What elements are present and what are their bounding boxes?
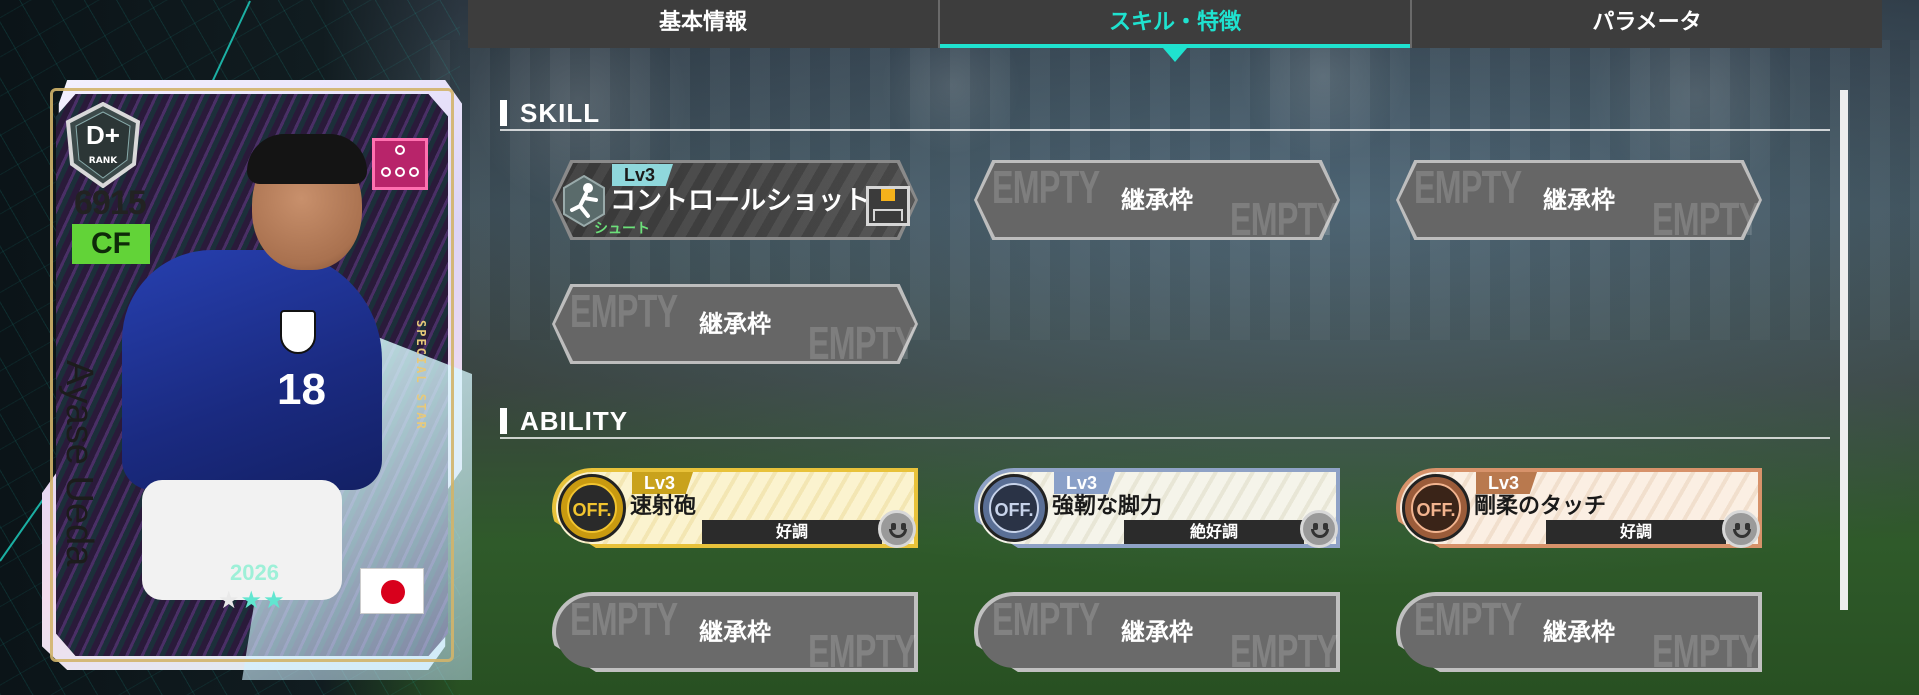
- japan-flag-icon: [360, 568, 424, 614]
- ability-condition: 好調: [1546, 520, 1726, 544]
- jersey-number: 18: [277, 365, 326, 414]
- rank-label: RANK: [88, 156, 118, 166]
- card-year: 2026: [230, 560, 279, 585]
- inheritance-slot-label: 継承枠: [1543, 618, 1615, 646]
- smile-face-icon: [1722, 510, 1760, 548]
- overall-rating: 6915: [74, 184, 147, 222]
- skill-name: コントロールショット: [610, 186, 871, 216]
- player-card[interactable]: 18 D+ RANK 6915 CF Ayase Ueda SPECIAL ST…: [42, 80, 472, 680]
- offense-badge-icon: OFF.: [980, 474, 1048, 542]
- skill-slot-4[interactable]: EMPTY EMPTY 継承枠: [552, 284, 918, 369]
- ability-name: 剛柔のタッチ: [1474, 494, 1607, 519]
- skill-slot-2[interactable]: EMPTY EMPTY 継承枠: [974, 160, 1340, 245]
- skill-section-title: SKILL: [500, 98, 600, 128]
- formation-icon: [372, 138, 428, 190]
- scrollbar[interactable]: [1840, 90, 1848, 610]
- tab-skills-traits[interactable]: スキル・特徴: [938, 0, 1410, 62]
- goal-icon: [866, 186, 910, 226]
- card-edition-label: SPECIAL STAR: [414, 320, 428, 431]
- scrollbar-thumb[interactable]: [1840, 90, 1848, 610]
- offense-badge-icon: OFF.: [558, 474, 626, 542]
- ability-section-divider: [500, 437, 1830, 439]
- ability-slot-2[interactable]: Lv3 OFF. 強靭な脚力 絶好調: [974, 468, 1340, 548]
- inheritance-slot-label: 継承枠: [699, 310, 771, 338]
- skill-section-divider: [500, 129, 1830, 131]
- tab-parameters[interactable]: パラメータ: [1410, 0, 1882, 48]
- ability-condition: 絶好調: [1124, 520, 1304, 544]
- skill-slot-3[interactable]: EMPTY EMPTY 継承枠: [1396, 160, 1762, 245]
- rank-badge: D+ RANK: [64, 101, 142, 189]
- ability-condition: 好調: [702, 520, 882, 544]
- inheritance-slot-label: 継承枠: [1121, 618, 1193, 646]
- ability-name: 強靭な脚力: [1052, 494, 1163, 519]
- smile-face-icon: [878, 510, 916, 548]
- ability-name: 速射砲: [630, 494, 697, 519]
- star-icon: ★: [240, 586, 264, 614]
- ability-slot-5[interactable]: EMPTY EMPTY 継承枠: [974, 592, 1340, 677]
- offense-badge-icon: OFF.: [1402, 474, 1470, 542]
- star-rating: ★★★: [218, 586, 286, 614]
- skill-slot-1[interactable]: Lv3 コントロールショット シュート: [552, 160, 918, 240]
- inheritance-slot-label: 継承枠: [699, 618, 771, 646]
- jfa-crest-icon: [280, 310, 316, 354]
- star-icon: ★: [218, 586, 241, 614]
- player-name: Ayase Ueda: [58, 360, 100, 567]
- skill-category: シュート: [594, 221, 650, 237]
- ability-slot-4[interactable]: EMPTY EMPTY 継承枠: [552, 592, 918, 677]
- star-icon: ★: [263, 586, 286, 614]
- inheritance-slot-label: 継承枠: [1121, 186, 1193, 214]
- ability-section-title: ABILITY: [500, 406, 628, 436]
- ability-slot-3[interactable]: Lv3 OFF. 剛柔のタッチ 好調: [1396, 468, 1762, 548]
- inheritance-slot-label: 継承枠: [1543, 186, 1615, 214]
- tab-bar: 基本情報 スキル・特徴 パラメータ: [468, 0, 1882, 62]
- tab-basic-info[interactable]: 基本情報: [468, 0, 938, 48]
- rank-value: D+: [86, 120, 120, 150]
- smile-face-icon: [1300, 510, 1338, 548]
- ability-slot-1[interactable]: Lv3 OFF. 速射砲 好調: [552, 468, 918, 548]
- ability-slot-6[interactable]: EMPTY EMPTY 継承枠: [1396, 592, 1762, 677]
- position-badge: CF: [72, 224, 150, 264]
